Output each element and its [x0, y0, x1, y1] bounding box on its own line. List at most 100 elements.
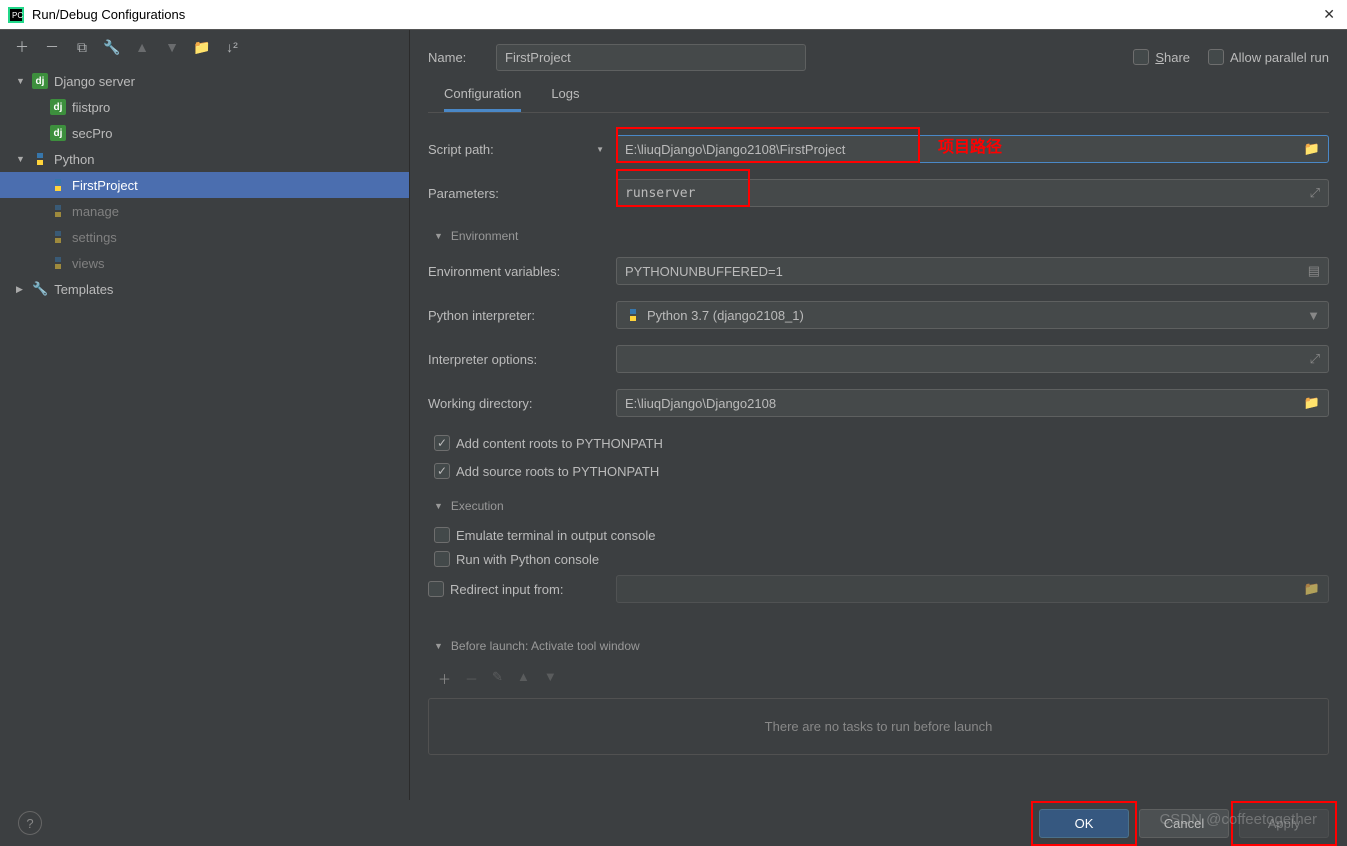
tree-item-fiistpro[interactable]: dj fiistpro — [0, 94, 409, 120]
redirect-input-field: 📁 — [616, 575, 1329, 603]
list-icon[interactable]: ▤ — [1308, 263, 1320, 279]
before-launch-toolbar: ＋ － ✎ ▲ ▼ — [428, 663, 1329, 694]
chevron-down-icon[interactable]: ▼ — [596, 145, 604, 154]
add-content-roots-checkbox[interactable]: Add content roots to PYTHONPATH — [434, 435, 1329, 451]
tree-label: Django server — [54, 74, 135, 89]
django-icon: dj — [32, 73, 48, 89]
tree-item-secpro[interactable]: dj secPro — [0, 120, 409, 146]
allow-parallel-checkbox[interactable]: Allow parallel run — [1208, 49, 1329, 65]
env-vars-input[interactable]: PYTHONUNBUFFERED=1 ▤ — [616, 257, 1329, 285]
config-tabs: Configuration Logs — [428, 86, 1329, 113]
svg-text:PC: PC — [12, 11, 23, 20]
interpreter-label: Python interpreter: — [428, 308, 616, 323]
ok-button[interactable]: OK — [1039, 809, 1129, 838]
checkbox-icon — [1208, 49, 1224, 65]
remove-config-icon[interactable]: － — [44, 39, 60, 55]
wrench-icon[interactable]: 🔧 — [104, 39, 120, 55]
chevron-down-icon: ▼ — [434, 231, 443, 241]
python-icon — [50, 177, 66, 193]
tree-item-settings[interactable]: settings — [0, 224, 409, 250]
django-icon: dj — [50, 99, 66, 115]
expand-icon[interactable]: ⤢ — [1310, 185, 1320, 201]
tree-django-server[interactable]: ▼ dj Django server — [0, 68, 409, 94]
folder-icon[interactable]: 📁 — [194, 39, 210, 55]
python-icon — [50, 255, 66, 271]
parameters-input[interactable]: runserver ⤢ — [616, 179, 1329, 207]
browse-icon[interactable]: 📁 — [1304, 395, 1320, 411]
env-vars-label: Environment variables: — [428, 264, 616, 279]
checkbox-icon — [428, 581, 444, 597]
up-icon[interactable]: ▲ — [517, 669, 530, 688]
browse-icon[interactable]: 📁 — [1304, 141, 1320, 157]
parameters-label: Parameters: — [428, 186, 616, 201]
tree-label: settings — [72, 230, 117, 245]
interp-options-input[interactable]: ⤢ — [616, 345, 1329, 373]
chevron-down-icon: ▼ — [434, 641, 443, 651]
annotation-text: 项目路径 — [938, 133, 1002, 157]
script-path-label: Script path: ▼ — [428, 142, 616, 157]
edit-task-icon[interactable]: ✎ — [492, 669, 503, 688]
working-dir-input[interactable]: E:\liuqDjango\Django2108 📁 — [616, 389, 1329, 417]
tree-label: Python — [54, 152, 94, 167]
tree-item-firstproject[interactable]: FirstProject — [0, 172, 409, 198]
dialog-button-bar: ? OK Cancel Apply — [0, 800, 1347, 846]
apply-button[interactable]: Apply — [1239, 809, 1329, 838]
close-icon[interactable]: ✕ — [1323, 6, 1335, 23]
python-icon — [625, 307, 641, 323]
sidebar-toolbar: ＋ － ⧉ 🔧 ▲ ▼ 📁 ↓² — [0, 30, 409, 64]
sort-icon[interactable]: ↓² — [224, 39, 240, 55]
chevron-right-icon: ▶ — [16, 284, 26, 295]
tree-python[interactable]: ▼ Python — [0, 146, 409, 172]
environment-section-header[interactable]: ▼ Environment — [434, 229, 1329, 243]
share-checkbox[interactable]: Share — [1133, 49, 1190, 65]
python-icon — [32, 151, 48, 167]
python-icon — [50, 229, 66, 245]
tab-configuration[interactable]: Configuration — [444, 86, 521, 112]
expand-icon[interactable]: ⤢ — [1310, 351, 1320, 367]
tree-label: secPro — [72, 126, 112, 141]
tree-item-views[interactable]: views — [0, 250, 409, 276]
allow-parallel-label: Allow parallel run — [1230, 50, 1329, 65]
interpreter-select[interactable]: Python 3.7 (django2108_1) ▼ — [616, 301, 1329, 329]
config-details-panel: Name: Share Allow parallel run Configura… — [410, 30, 1347, 800]
emulate-terminal-checkbox[interactable]: Emulate terminal in output console — [434, 527, 1329, 543]
add-config-icon[interactable]: ＋ — [14, 39, 30, 55]
down-icon[interactable]: ▼ — [164, 39, 180, 55]
no-tasks-message: There are no tasks to run before launch — [428, 698, 1329, 755]
window-titlebar: PC Run/Debug Configurations ✕ — [0, 0, 1347, 30]
up-icon[interactable]: ▲ — [134, 39, 150, 55]
django-icon: dj — [50, 125, 66, 141]
cancel-button[interactable]: Cancel — [1139, 809, 1229, 838]
working-dir-label: Working directory: — [428, 396, 616, 411]
tree-label: fiistpro — [72, 100, 110, 115]
down-icon[interactable]: ▼ — [544, 669, 557, 688]
add-source-roots-checkbox[interactable]: Add source roots to PYTHONPATH — [434, 463, 1329, 479]
tree-label: views — [72, 256, 105, 271]
name-label: Name: — [428, 50, 478, 65]
run-python-console-checkbox[interactable]: Run with Python console — [434, 551, 1329, 567]
checkbox-icon — [1133, 49, 1149, 65]
redirect-input-checkbox[interactable]: Redirect input from: — [428, 581, 616, 597]
before-launch-header[interactable]: ▼ Before launch: Activate tool window — [434, 639, 1329, 653]
chevron-down-icon: ▼ — [16, 154, 26, 164]
tree-label: manage — [72, 204, 119, 219]
add-task-icon[interactable]: ＋ — [438, 669, 451, 688]
tree-item-manage[interactable]: manage — [0, 198, 409, 224]
remove-task-icon[interactable]: － — [465, 669, 478, 688]
name-input[interactable] — [496, 44, 806, 71]
execution-section-header[interactable]: ▼ Execution — [434, 499, 1329, 513]
browse-icon: 📁 — [1304, 581, 1320, 597]
chevron-down-icon: ▼ — [434, 501, 443, 511]
copy-config-icon[interactable]: ⧉ — [74, 39, 90, 55]
tab-logs[interactable]: Logs — [551, 86, 579, 112]
config-tree: ▼ dj Django server dj fiistpro dj secPro… — [0, 64, 409, 306]
tree-templates[interactable]: ▶ 🔧 Templates — [0, 276, 409, 302]
tree-label: Templates — [54, 282, 113, 297]
checkbox-checked-icon — [434, 463, 450, 479]
share-label: Share — [1155, 50, 1190, 65]
help-icon[interactable]: ? — [18, 811, 42, 835]
chevron-down-icon[interactable]: ▼ — [1307, 308, 1320, 323]
checkbox-icon — [434, 527, 450, 543]
tree-label: FirstProject — [72, 178, 138, 193]
python-icon — [50, 203, 66, 219]
